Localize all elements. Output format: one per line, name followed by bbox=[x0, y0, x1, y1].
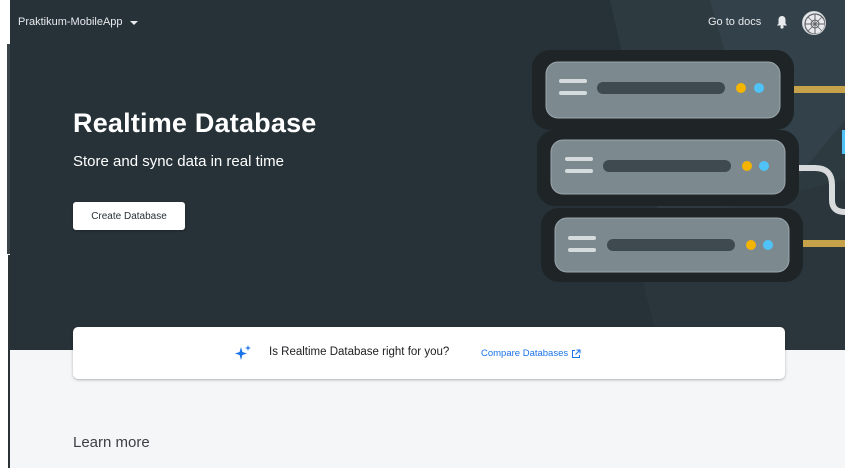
scroll-indicator[interactable] bbox=[7, 44, 10, 254]
database-servers-illustration bbox=[532, 0, 845, 350]
sparkle-icon bbox=[235, 345, 251, 360]
left-edge-strip bbox=[0, 0, 10, 468]
avatar-pattern-icon bbox=[804, 13, 825, 34]
create-database-button[interactable]: Create Database bbox=[73, 202, 185, 230]
chevron-down-icon bbox=[129, 21, 138, 25]
external-link-icon bbox=[572, 349, 581, 358]
compare-link-label: Compare Databases bbox=[481, 348, 569, 359]
side-divider bbox=[8, 255, 10, 468]
learn-more-heading: Learn more bbox=[73, 434, 150, 451]
go-to-docs-link[interactable]: Go to docs bbox=[708, 16, 761, 28]
project-switcher[interactable]: Praktikum-MobileApp bbox=[18, 16, 138, 28]
compare-question: Is Realtime Database right for you? bbox=[269, 346, 450, 358]
page-title: Realtime Database bbox=[73, 108, 317, 138]
avatar[interactable] bbox=[802, 11, 826, 35]
compare-databases-card: Is Realtime Database right for you? Comp… bbox=[73, 327, 785, 379]
compare-databases-link[interactable]: Compare Databases bbox=[481, 348, 581, 359]
project-name: Praktikum-MobileApp bbox=[18, 16, 123, 28]
page-subtitle: Store and sync data in real time bbox=[73, 153, 284, 170]
top-bar: Praktikum-MobileApp Go to docs bbox=[10, 0, 845, 44]
bell-icon[interactable] bbox=[774, 14, 790, 30]
hero-banner: Praktikum-MobileApp Go to docs Realtime … bbox=[10, 0, 845, 350]
